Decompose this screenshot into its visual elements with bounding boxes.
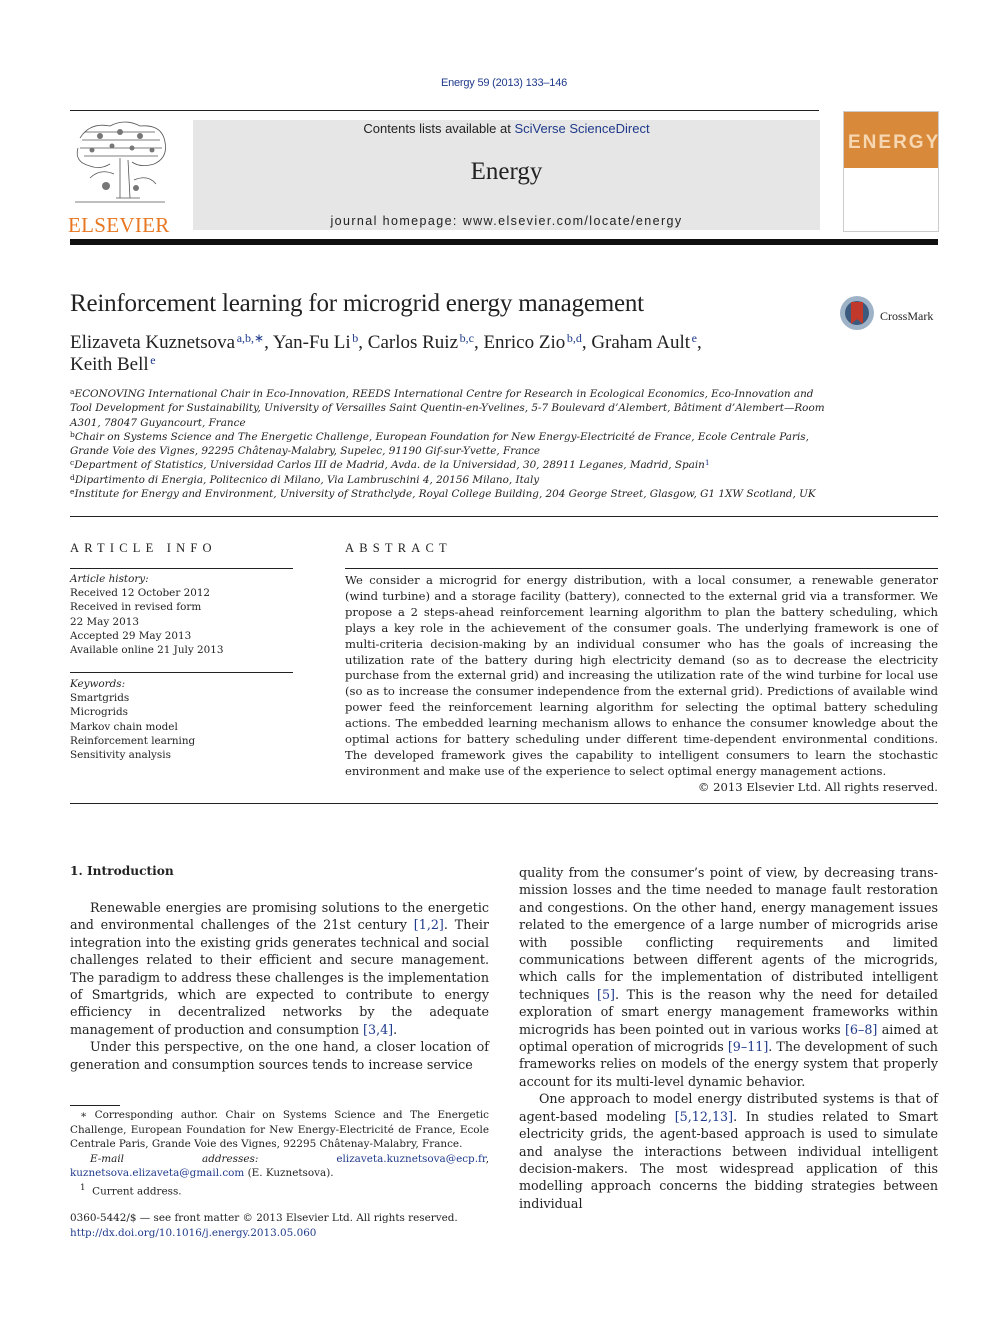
citation-link[interactable]: [9–11]: [728, 1039, 768, 1054]
cover-title: ENERGY: [848, 132, 941, 153]
author-separator: ,: [264, 332, 273, 353]
author-affiliation-sup[interactable]: a,b,∗: [237, 331, 264, 345]
crossmark-button[interactable]: CrossMark: [840, 296, 940, 334]
journal-name: Energy: [470, 158, 543, 185]
author[interactable]: Carlos Ruiz: [368, 332, 458, 353]
author-separator: ,: [581, 332, 592, 353]
header-thick-rule: [70, 239, 938, 245]
author-list: Elizaveta Kuznetsova a,b,∗, Yan-Fu Li b,…: [70, 332, 810, 376]
affiliation-e: eInstitute for Energy and Environment, U…: [70, 487, 816, 501]
homepage-prefix: journal homepage:: [330, 214, 463, 228]
body-text: . Their integration into the existing gr…: [70, 917, 489, 1037]
author[interactable]: Yan-Fu Li: [273, 332, 351, 353]
divider: [70, 568, 293, 569]
citation-link[interactable]: [6–8]: [845, 1022, 877, 1037]
body-column-right: quality from the consumer’s point of vie…: [519, 864, 938, 1212]
abstract-copyright: © 2013 Elsevier Ltd. All rights reserved…: [697, 780, 938, 794]
contents-prefix: Contents lists available at: [363, 121, 515, 136]
journal-homepage: journal homepage: www.elsevier.com/locat…: [193, 214, 820, 228]
history-label: Article history:: [70, 573, 149, 585]
body-paragraph: One approach to model energy distributed…: [519, 1090, 938, 1212]
body-column-left: Renewable energies are promising solutio…: [70, 899, 489, 1073]
journal-banner: Contents lists available at SciVerse Sci…: [193, 120, 820, 230]
body-paragraph: Under this perspective, on the one hand,…: [70, 1038, 489, 1073]
citation-link[interactable]: [3,4]: [363, 1022, 393, 1037]
sciencedirect-link[interactable]: SciVerse ScienceDirect: [514, 121, 649, 136]
history-item: 22 May 2013: [70, 615, 139, 628]
article-title: Reinforcement learning for microgrid ene…: [70, 290, 644, 317]
author-separator: ,: [696, 332, 702, 353]
author[interactable]: Graham Ault: [591, 332, 690, 353]
history-item: Accepted 29 May 2013: [70, 629, 192, 642]
email-link[interactable]: kuznetsova.elizaveta@gmail.com: [70, 1167, 244, 1179]
history-item: Received in revised form: [70, 601, 202, 614]
affiliations: aECONOVING International Chair in Eco-In…: [70, 387, 830, 501]
footnotes: ∗ Corresponding author. Chair on Systems…: [70, 1108, 489, 1199]
crossmark-icon: [840, 296, 874, 330]
footnote-emails: E-mail addresses: elizaveta.kuznetsova@e…: [70, 1152, 489, 1180]
journal-cover-thumbnail[interactable]: ENERGY: [843, 111, 939, 232]
doi-link[interactable]: http://dx.doi.org/10.1016/j.energy.2013.…: [70, 1226, 489, 1241]
keyword: Sensitivity analysis: [70, 749, 171, 762]
email-label: E-mail addresses:: [90, 1152, 259, 1165]
citation-link[interactable]: [5,12,13]: [675, 1109, 733, 1124]
author[interactable]: Keith Bell: [70, 354, 149, 375]
affiliation-d: dDipartimento di Energia, Politecnico di…: [70, 472, 540, 486]
footnote-rule: [70, 1105, 120, 1106]
history-item: Received 12 October 2012: [70, 587, 211, 600]
body-paragraph: Renewable energies are promising solutio…: [70, 899, 489, 1038]
affiliation-b: bChair on Systems Science and The Energe…: [70, 429, 809, 458]
history-item: Available online 21 July 2013: [70, 644, 224, 657]
contents-line: Contents lists available at SciVerse Sci…: [193, 121, 820, 136]
body-paragraph: quality from the consumer’s point of vie…: [519, 864, 938, 1090]
citation-link[interactable]: [1,2]: [414, 917, 444, 932]
body-text: quality from the consumer’s point of vie…: [519, 865, 938, 1002]
issn-line: 0360-5442/$ — see front matter © 2013 El…: [70, 1212, 458, 1224]
keywords-label: Keywords:: [70, 678, 126, 690]
body-text: Under this perspective, on the one hand,…: [70, 1039, 489, 1072]
author-affiliation-sup[interactable]: b,c: [460, 331, 474, 345]
email-link[interactable]: elizaveta.kuznetsova@ecp.fr: [336, 1153, 485, 1165]
keywords: Keywords: Smartgrids Microgrids Markov c…: [70, 677, 295, 762]
homepage-url-link[interactable]: www.elsevier.com/locate/energy: [463, 214, 683, 228]
author-affiliation-sup[interactable]: b,d: [567, 331, 582, 345]
keyword: Markov chain model: [70, 720, 178, 733]
elsevier-logo[interactable]: ELSEVIER: [68, 118, 172, 237]
elsevier-wordmark: ELSEVIER: [68, 213, 170, 237]
affiliation-c: cDepartment of Statistics, Universidad C…: [70, 458, 710, 472]
footnote-1-link[interactable]: 1: [705, 458, 710, 467]
elsevier-tree-icon: [75, 121, 166, 203]
author[interactable]: Elizaveta Kuznetsova: [70, 332, 235, 353]
author-affiliation-sup[interactable]: e: [150, 353, 155, 367]
keyword: Microgrids: [70, 706, 128, 719]
footnote-1: 1 Current address.: [80, 1182, 182, 1198]
body-text: .: [393, 1021, 398, 1037]
affiliation-a: aECONOVING International Chair in Eco-In…: [70, 387, 825, 429]
article-info-heading: ARTICLE INFO: [70, 541, 217, 555]
abstract-text: We consider a microgrid for energy distr…: [345, 573, 938, 778]
footnote-corresponding: ∗ Corresponding author. Chair on Systems…: [70, 1109, 489, 1151]
journal-reference-link[interactable]: Energy 59 (2013) 133–146: [0, 77, 992, 89]
issn-info: 0360-5442/$ — see front matter © 2013 El…: [70, 1211, 489, 1240]
citation-link[interactable]: [5]: [597, 987, 615, 1002]
author[interactable]: Enrico Zio: [483, 332, 565, 353]
divider: [70, 803, 938, 804]
header-rule: [70, 110, 819, 111]
crossmark-label: CrossMark: [880, 309, 934, 323]
author-separator: ,: [358, 332, 368, 353]
keyword: Reinforcement learning: [70, 734, 196, 747]
keyword: Smartgrids: [70, 692, 130, 705]
divider: [70, 516, 938, 517]
article-history: Article history: Received 12 October 201…: [70, 572, 295, 657]
abstract-heading: ABSTRACT: [345, 541, 452, 555]
divider: [345, 568, 938, 569]
divider: [70, 672, 293, 673]
section-heading: 1. Introduction: [70, 864, 174, 878]
